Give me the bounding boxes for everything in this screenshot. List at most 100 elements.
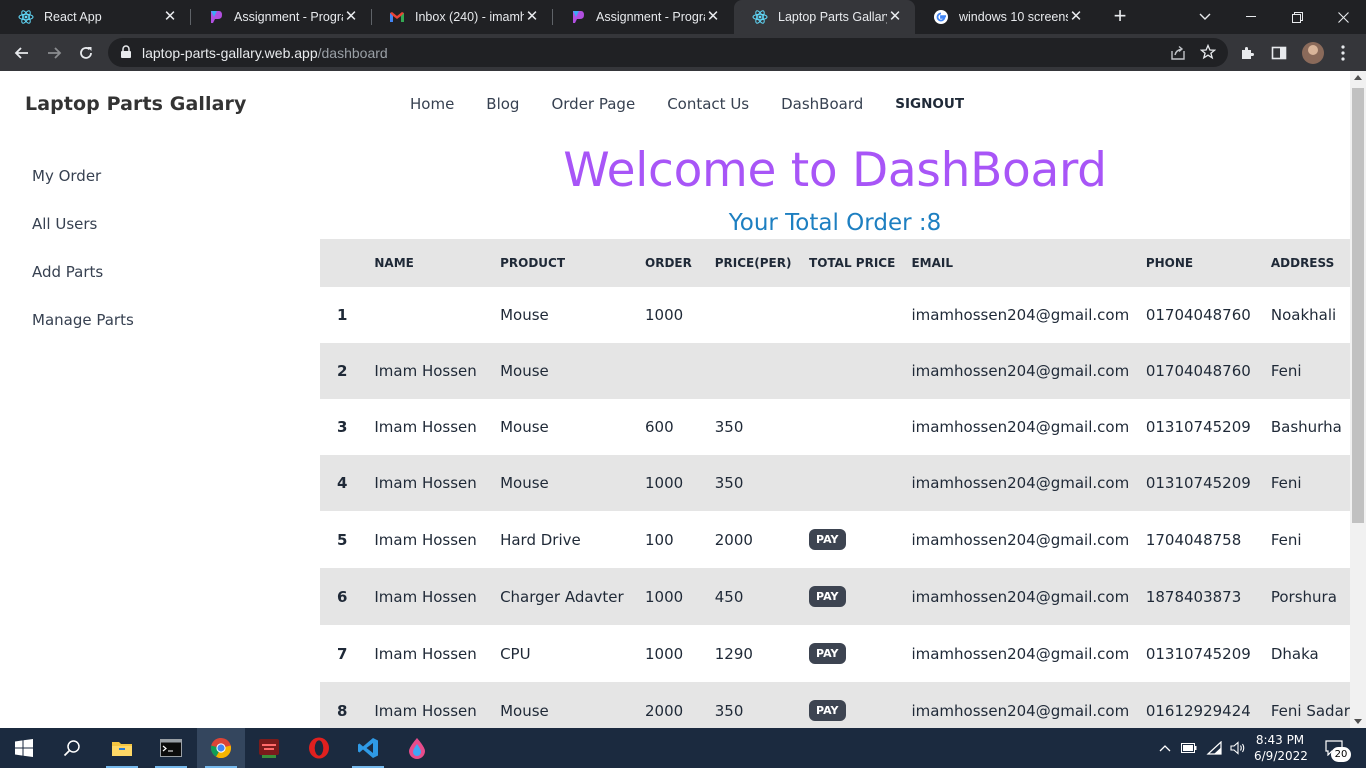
cell-product: Mouse	[500, 455, 645, 511]
close-icon[interactable]: ✕	[162, 9, 178, 25]
sidebar-item-my-order[interactable]: My Order	[32, 167, 134, 215]
nav-link-contact-us[interactable]: Contact Us	[667, 95, 749, 113]
cell-price: 350	[714, 455, 810, 511]
system-clock[interactable]: 8:43 PM 6/9/2022	[1254, 732, 1308, 764]
bookmark-star-icon[interactable]	[1199, 43, 1217, 65]
nav-link-dashboard[interactable]: DashBoard	[781, 95, 863, 113]
close-icon[interactable]: ✕	[705, 9, 721, 25]
cell-product: Hard Drive	[500, 511, 645, 568]
new-tab-button[interactable]: +	[1108, 5, 1132, 29]
url-host: laptop-parts-gallary.web.app	[142, 45, 318, 61]
table-row: 2 Imam Hossen Mouse imamhossen204@gmail.…	[320, 343, 1350, 399]
browser-tab[interactable]: windows 10 screensho ✕	[915, 0, 1096, 34]
windows-start-icon[interactable]	[0, 728, 48, 768]
sidebar-item-all-users[interactable]: All Users	[32, 215, 134, 263]
browser-tab[interactable]: Inbox (240) - imamho ✕	[371, 0, 552, 34]
cell-order	[645, 343, 715, 399]
pay-button[interactable]: PAY	[809, 586, 846, 607]
paint-drop-icon[interactable]	[393, 728, 441, 768]
pay-button[interactable]: PAY	[809, 643, 846, 664]
back-arrow-icon[interactable]	[9, 40, 35, 66]
table-row: 1 Mouse 1000 imamhossen204@gmail.com 017…	[320, 287, 1350, 343]
side-panel-icon[interactable]	[1268, 42, 1290, 64]
cell-order: 1000	[645, 625, 715, 682]
cell-total-price: PAY	[809, 682, 912, 728]
nav-link-home[interactable]: Home	[410, 95, 454, 113]
close-icon[interactable]: ✕	[524, 9, 540, 25]
restore-button[interactable]	[1274, 0, 1320, 34]
kebab-menu-icon[interactable]	[1332, 42, 1354, 64]
cell-address: Dhaka	[1270, 625, 1350, 682]
scroll-up-arrow-icon[interactable]	[1354, 75, 1362, 80]
volume-icon[interactable]	[1228, 738, 1248, 758]
terminal-icon[interactable]	[147, 728, 195, 768]
file-explorer-icon[interactable]	[98, 728, 146, 768]
close-icon[interactable]: ✕	[343, 9, 359, 25]
cell-name: Imam Hossen	[374, 682, 501, 728]
reload-icon[interactable]	[73, 40, 99, 66]
column-header-price: PRICE(PER)	[714, 239, 810, 287]
browser-tab[interactable]: Assignment - Program ✕	[552, 0, 733, 34]
cell-price: 1290	[714, 625, 810, 682]
battery-icon[interactable]	[1179, 738, 1199, 758]
browser-tab[interactable]: React App ✕	[0, 0, 190, 34]
cell-phone: 1704048758	[1145, 511, 1271, 568]
address-bar[interactable]: laptop-parts-gallary.web.app/dashboard	[108, 38, 1228, 67]
chrome-icon[interactable]	[197, 728, 245, 768]
cell-product: Mouse	[500, 287, 645, 343]
close-icon[interactable]: ✕	[1068, 9, 1084, 25]
cell-name: Imam Hossen	[374, 511, 501, 568]
minimize-button[interactable]	[1228, 0, 1274, 34]
react-icon	[752, 9, 768, 25]
url-text[interactable]: laptop-parts-gallary.web.app/dashboard	[142, 45, 388, 61]
forward-arrow-icon[interactable]	[41, 40, 67, 66]
table-row: 8 Imam Hossen Mouse 2000 350 PAY imamhos…	[320, 682, 1350, 728]
extensions-puzzle-icon[interactable]	[1236, 42, 1258, 64]
cell-product: Mouse	[500, 399, 645, 455]
cell-address: Feni	[1270, 511, 1350, 568]
url-path: /dashboard	[317, 45, 388, 61]
browser-tab-active[interactable]: Laptop Parts Gallary ✕	[734, 0, 915, 34]
vscode-icon[interactable]	[344, 728, 392, 768]
sidebar-item-add-parts[interactable]: Add Parts	[32, 263, 134, 311]
dashboard-page: Laptop Parts Gallary Home Blog Order Pag…	[0, 71, 1350, 728]
signout-button[interactable]: SIGNOUT	[895, 96, 964, 113]
sidebar-item-manage-parts[interactable]: Manage Parts	[32, 311, 134, 359]
page-scrollbar[interactable]	[1350, 71, 1366, 728]
scroll-down-arrow-icon[interactable]	[1354, 719, 1362, 724]
gmail-icon	[389, 9, 405, 25]
cell-name: Imam Hossen	[374, 343, 501, 399]
programming-hero-icon	[570, 9, 586, 25]
app-icon[interactable]	[245, 728, 293, 768]
share-icon[interactable]	[1170, 45, 1186, 66]
cell-address: Bashurha	[1270, 399, 1350, 455]
profile-avatar[interactable]	[1302, 42, 1324, 64]
nav-link-blog[interactable]: Blog	[486, 95, 519, 113]
row-index: 2	[320, 343, 375, 399]
table-row: 5 Imam Hossen Hard Drive 100 2000 PAY im…	[320, 511, 1350, 568]
wifi-icon[interactable]	[1204, 738, 1224, 758]
clock-date: 6/9/2022	[1254, 749, 1308, 763]
search-icon[interactable]	[48, 728, 96, 768]
site-brand[interactable]: Laptop Parts Gallary	[25, 93, 247, 115]
lock-icon[interactable]	[120, 45, 132, 64]
chevron-up-icon[interactable]	[1155, 738, 1175, 758]
cell-phone: 01612929424	[1145, 682, 1271, 728]
browser-tab[interactable]: Assignment - Program ✕	[190, 0, 371, 34]
close-icon[interactable]: ✕	[887, 9, 903, 25]
cell-total-price: PAY	[809, 511, 912, 568]
cell-phone: 01310745209	[1145, 455, 1271, 511]
cell-order: 1000	[645, 287, 715, 343]
cell-price: 350	[714, 682, 810, 728]
close-window-button[interactable]	[1320, 0, 1366, 34]
cell-product: CPU	[500, 625, 645, 682]
pay-button[interactable]: PAY	[809, 529, 846, 550]
pay-button[interactable]: PAY	[809, 700, 846, 721]
nav-link-order-page[interactable]: Order Page	[551, 95, 635, 113]
tab-search-icon[interactable]	[1182, 0, 1228, 34]
scrollbar-thumb[interactable]	[1352, 88, 1364, 523]
opera-icon[interactable]	[295, 728, 343, 768]
programming-hero-icon	[208, 9, 224, 25]
cell-email: imamhossen204@gmail.com	[911, 568, 1146, 625]
cell-price: 350	[714, 399, 810, 455]
